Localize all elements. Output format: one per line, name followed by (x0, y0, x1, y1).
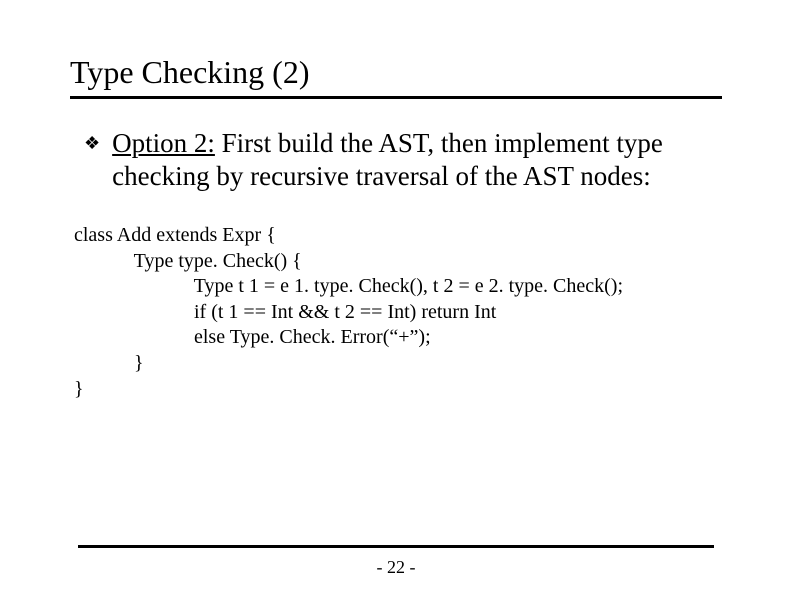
page-number: - 22 - (0, 557, 792, 578)
code-line-5: else Type. Check. Error(“+”); (74, 326, 431, 348)
code-line-7: } (74, 378, 84, 400)
diamond-bullet-icon: ❖ (84, 133, 100, 154)
slide-title: Type Checking (2) (70, 55, 722, 90)
bullet-text: Option 2: First build the AST, then impl… (112, 127, 672, 193)
code-line-4: if (t 1 == Int && t 2 == Int) return Int (74, 301, 496, 323)
footer-line (78, 545, 714, 548)
bullet-item: ❖ Option 2: First build the AST, then im… (84, 127, 722, 193)
code-block: class Add extends Expr { Type type. Chec… (74, 223, 722, 402)
code-line-6: } (74, 352, 144, 374)
title-underline (70, 96, 722, 99)
code-line-3: Type t 1 = e 1. type. Check(), t 2 = e 2… (74, 275, 623, 297)
code-line-1: class Add extends Expr { (74, 224, 276, 246)
code-line-2: Type type. Check() { (74, 250, 302, 272)
slide: Type Checking (2) ❖ Option 2: First buil… (0, 0, 792, 612)
bullet-lead: Option 2: (112, 128, 215, 158)
